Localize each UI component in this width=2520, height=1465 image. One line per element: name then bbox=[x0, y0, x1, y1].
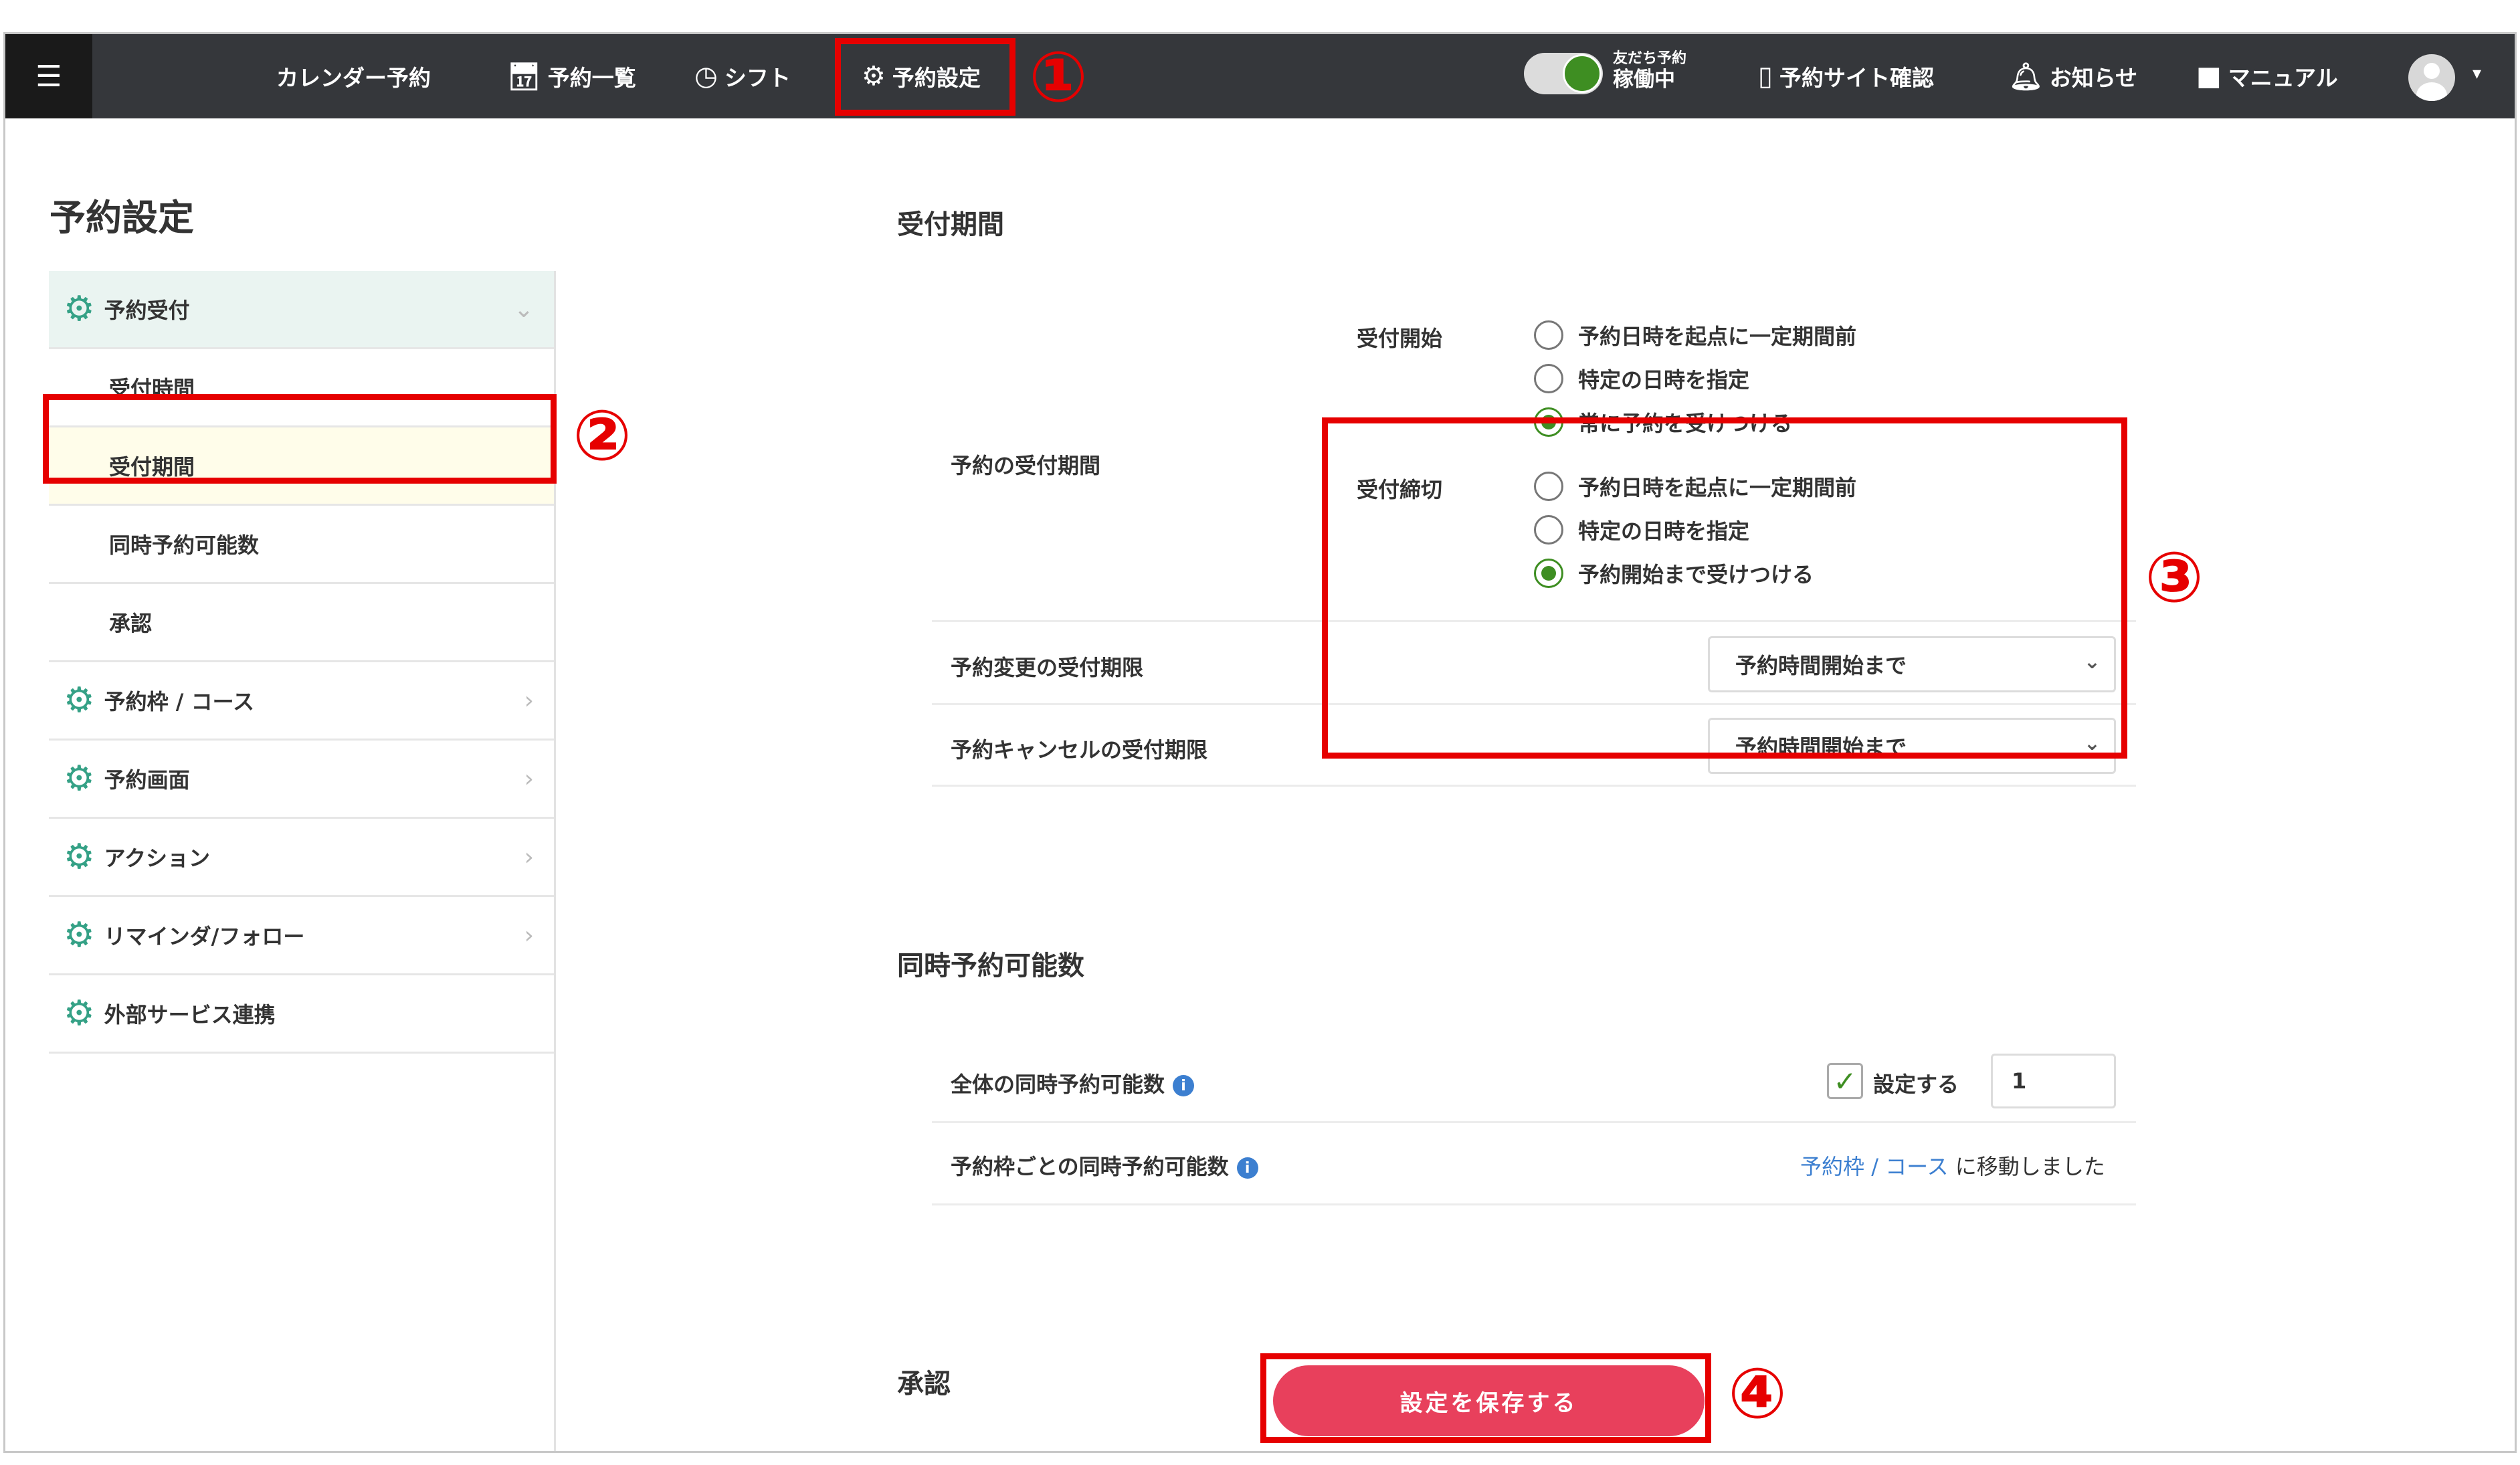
highlight-box-2 bbox=[43, 394, 557, 484]
chevron-down-icon[interactable]: ▾ bbox=[2473, 64, 2481, 84]
sidebar-item-slots-courses[interactable]: ⚙ 予約枠 / コース › bbox=[49, 662, 554, 741]
change-limit-label: 予約変更の受付期限 bbox=[951, 655, 1144, 680]
nav-calendar-booking[interactable]: カレンダー予約 bbox=[276, 34, 431, 118]
smartphone-icon: ▯ bbox=[1758, 61, 1773, 92]
sidebar-item-label: 予約枠 / コース bbox=[104, 689, 254, 714]
chevron-right-icon: › bbox=[524, 686, 534, 714]
annotation-2: ② bbox=[573, 395, 632, 476]
annotation-4: ④ bbox=[1728, 1353, 1787, 1434]
sidebar-item-reminders[interactable]: ⚙ リマインダ/フォロー › bbox=[49, 897, 554, 975]
info-icon[interactable]: i bbox=[1236, 1157, 1258, 1179]
chevron-down-icon: ⌄ bbox=[513, 295, 534, 323]
toggle-status-label: 稼働中 bbox=[1613, 68, 1675, 92]
sidebar-item-label: 予約受付 bbox=[104, 298, 190, 323]
nav-site-preview[interactable]: ▯ 予約サイト確認 bbox=[1758, 34, 1934, 118]
book-icon: ■ bbox=[2196, 61, 2222, 92]
cancel-limit-label: 予約キャンセルの受付期限 bbox=[951, 737, 1208, 763]
sidebar-item-label: 承認 bbox=[109, 611, 153, 636]
gear-icon: ⚙ bbox=[64, 993, 95, 1034]
highlight-box-4 bbox=[1260, 1353, 1711, 1443]
sidebar-item-approval[interactable]: 承認 bbox=[49, 584, 554, 662]
period-section-title: 受付期間 bbox=[897, 209, 1004, 240]
per-slot-moved-note: 予約枠 / コース に移動しました bbox=[1800, 1150, 2105, 1181]
sidebar-item-label: 予約画面 bbox=[104, 767, 190, 793]
avatar[interactable] bbox=[2408, 54, 2455, 101]
radio-button[interactable] bbox=[1534, 364, 1563, 393]
divider bbox=[932, 1121, 2136, 1123]
concurrent-number-input[interactable]: 1 bbox=[1991, 1054, 2116, 1108]
concurrent-number-value: 1 bbox=[2012, 1068, 2027, 1094]
app-window: ☰ カレンダー予約 📅︎ 予約一覧 ◷ シフト ⚙ 予約設定 友だち予約 稼働中… bbox=[3, 32, 2517, 1453]
sidebar-item-label: アクション bbox=[104, 846, 211, 871]
chevron-right-icon: › bbox=[524, 921, 534, 949]
nav-shift-label: シフト bbox=[724, 65, 791, 91]
highlight-box-1 bbox=[835, 38, 1015, 116]
concurrent-checkbox[interactable]: ✓ bbox=[1827, 1063, 1863, 1099]
sidebar-item-label: 同時予約可能数 bbox=[109, 532, 260, 558]
course-link[interactable]: コース bbox=[1885, 1154, 1948, 1179]
gear-icon: ⚙ bbox=[64, 680, 95, 720]
start-option-specific[interactable]: 特定の日時を指定 bbox=[1534, 362, 1749, 395]
sidebar-title: 予約設定 bbox=[50, 197, 194, 239]
divider bbox=[932, 1203, 2136, 1205]
top-nav: ☰ カレンダー予約 📅︎ 予約一覧 ◷ シフト ⚙ 予約設定 友だち予約 稼働中… bbox=[5, 34, 2515, 118]
toggle-knob bbox=[1563, 54, 1602, 93]
nav-manual-label: マニュアル bbox=[2228, 65, 2338, 91]
sidebar-item-actions[interactable]: ⚙ アクション › bbox=[49, 819, 554, 897]
toggle-status: 友だち予約 稼働中 bbox=[1613, 50, 1686, 93]
info-icon[interactable]: i bbox=[1173, 1075, 1195, 1096]
per-slot-concurrent-text: 予約枠ごとの同時予約可能数 bbox=[951, 1154, 1229, 1179]
moved-note-suffix: に移動しました bbox=[1948, 1154, 2105, 1179]
start-label: 受付開始 bbox=[1357, 326, 1443, 351]
nav-notifications[interactable]: 🔔︎ お知らせ bbox=[2009, 34, 2137, 118]
nav-site-preview-label: 予約サイト確認 bbox=[1779, 65, 1935, 91]
clock-icon: ◷ bbox=[694, 61, 718, 92]
period-row-label: 予約の受付期間 bbox=[951, 453, 1101, 478]
toggle-small-label: 友だち予約 bbox=[1613, 50, 1687, 67]
nav-shift[interactable]: ◷ シフト bbox=[694, 34, 791, 118]
sidebar-item-integrations[interactable]: ⚙ 外部サービス連携 bbox=[49, 975, 554, 1054]
approval-section-title: 承認 bbox=[897, 1369, 951, 1399]
checkbox-label: 設定する bbox=[1873, 1072, 1959, 1097]
total-concurrent-label: 全体の同時予約可能数 i bbox=[951, 1068, 1195, 1098]
nav-notifications-label: お知らせ bbox=[2049, 65, 2138, 91]
slot-link[interactable]: 予約枠 bbox=[1800, 1154, 1864, 1179]
start-option-relative[interactable]: 予約日時を起点に一定期間前 bbox=[1534, 318, 1856, 352]
menu-icon[interactable]: ☰ bbox=[5, 34, 92, 118]
sidebar-item-label: 外部サービス連携 bbox=[104, 1002, 276, 1028]
radio-label: 予約日時を起点に一定期間前 bbox=[1578, 324, 1857, 349]
friend-booking-toggle[interactable] bbox=[1524, 53, 1603, 94]
nav-calendar-booking-label: カレンダー予約 bbox=[276, 65, 431, 91]
total-concurrent-text: 全体の同時予約可能数 bbox=[951, 1072, 1165, 1097]
avatar-body bbox=[2416, 82, 2447, 101]
sidebar-item-booking-acceptance[interactable]: ⚙ 予約受付 ⌄ bbox=[49, 271, 554, 349]
nav-manual[interactable]: ■ マニュアル bbox=[2196, 34, 2338, 118]
chevron-right-icon: › bbox=[524, 765, 534, 793]
gear-icon: ⚙ bbox=[64, 759, 95, 799]
divider bbox=[932, 785, 2136, 787]
bell-icon: 🔔︎ bbox=[2009, 61, 2043, 92]
radio-label: 特定の日時を指定 bbox=[1578, 367, 1750, 393]
gear-icon: ⚙ bbox=[64, 915, 95, 955]
sidebar-item-label: リマインダ/フォロー bbox=[104, 924, 305, 949]
link-separator: / bbox=[1864, 1154, 1886, 1179]
concurrent-section-title: 同時予約可能数 bbox=[897, 951, 1084, 981]
annotation-3: ③ bbox=[2145, 536, 2204, 618]
annotation-1: ① bbox=[1029, 36, 1088, 118]
radio-button[interactable] bbox=[1534, 320, 1563, 350]
nav-booking-list-label: 予約一覧 bbox=[547, 65, 636, 91]
per-slot-concurrent-label: 予約枠ごとの同時予約可能数 i bbox=[951, 1150, 1258, 1181]
sidebar: ⚙ 予約受付 ⌄ 受付時間 受付期間 同時予約可能数 承認 ⚙ 予約枠 / コー… bbox=[49, 271, 554, 1054]
sidebar-item-concurrent[interactable]: 同時予約可能数 bbox=[49, 506, 554, 584]
calendar-icon: 📅︎ bbox=[507, 61, 541, 92]
gear-icon: ⚙ bbox=[64, 837, 95, 877]
sidebar-item-booking-screen[interactable]: ⚙ 予約画面 › bbox=[49, 741, 554, 819]
nav-booking-list[interactable]: 📅︎ 予約一覧 bbox=[507, 34, 636, 118]
gear-icon: ⚙ bbox=[64, 289, 95, 329]
highlight-box-3 bbox=[1322, 417, 2127, 759]
chevron-right-icon: › bbox=[524, 843, 534, 871]
avatar-head bbox=[2424, 63, 2440, 79]
